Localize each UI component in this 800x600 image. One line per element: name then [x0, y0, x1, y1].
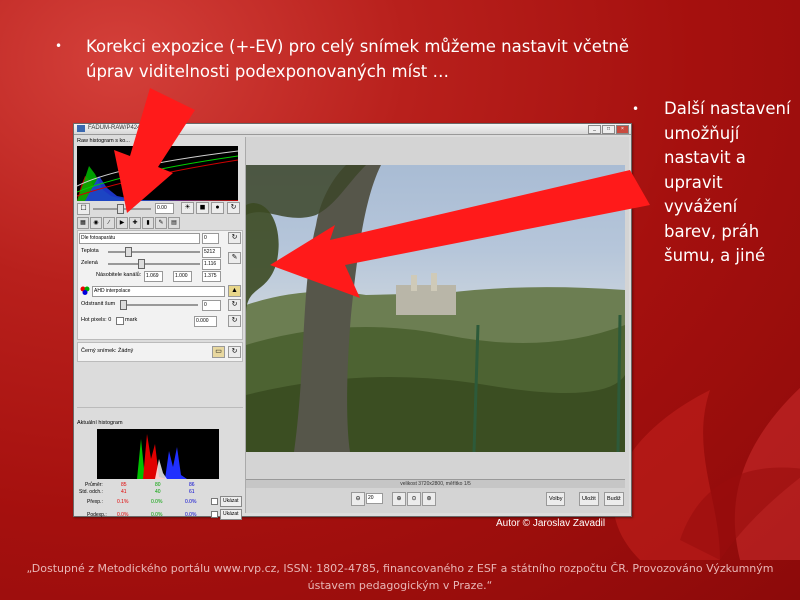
footer-citation: „Dostupné z Metodického portálu www.rvp.… [26, 562, 774, 592]
arrow-left [270, 170, 650, 298]
annotation-arrows [114, 88, 650, 298]
author-credit: Autor © Jaroslav Zavadil [496, 518, 606, 529]
arrow-down-left [114, 88, 195, 213]
